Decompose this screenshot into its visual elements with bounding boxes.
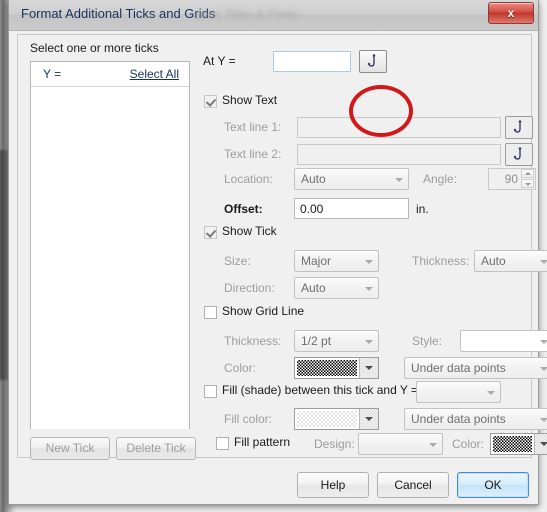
tick-thickness-value: Auto <box>481 254 506 268</box>
location-select[interactable]: Auto <box>294 168 409 190</box>
hook-icon <box>513 147 522 160</box>
help-button[interactable]: Help <box>297 472 369 498</box>
fill-shade-checkbox[interactable] <box>204 385 217 398</box>
show-text-checkbox[interactable] <box>204 95 217 108</box>
fill-shade-label: Fill (shade) between this tick and Y = <box>222 383 418 397</box>
chevron-down-icon[interactable] <box>534 434 547 454</box>
chevron-down-icon <box>365 260 373 264</box>
location-label: Location: <box>224 172 273 186</box>
text-line-2-input[interactable] <box>297 144 501 165</box>
chevron-down-icon <box>365 340 373 344</box>
chevron-down-icon <box>395 178 403 182</box>
grid-layer-value: Under data points <box>411 361 506 375</box>
offset-input[interactable] <box>294 198 409 219</box>
fill-target-select[interactable] <box>416 381 501 403</box>
at-y-label: At Y = <box>203 54 236 68</box>
chevron-down-icon <box>540 340 547 344</box>
text-line-1-label: Text line 1: <box>224 120 282 134</box>
hook-icon <box>367 54 376 67</box>
chevron-down-icon <box>540 260 547 264</box>
fill-pattern-checkbox[interactable] <box>216 437 229 450</box>
window-title: Format Additional Ticks and Grids <box>21 6 216 21</box>
ok-button[interactable]: OK <box>457 472 529 498</box>
stepper-up-icon[interactable] <box>521 169 534 178</box>
at-y-input[interactable] <box>273 51 351 72</box>
grid-color-label: Color: <box>224 361 257 375</box>
show-text-label: Show Text <box>222 93 278 107</box>
close-icon[interactable]: x <box>488 2 534 24</box>
fill-pattern-color-swatch-button[interactable] <box>490 433 547 455</box>
offset-label: Offset: <box>224 202 263 216</box>
show-tick-label: Show Tick <box>222 224 277 238</box>
fill-pattern-color-swatch <box>493 436 532 452</box>
grid-layer-select[interactable]: Under data points <box>404 357 547 379</box>
select-ticks-heading: Select one or more ticks <box>30 41 159 55</box>
show-tick-checkbox[interactable] <box>204 226 217 239</box>
chevron-down-icon <box>540 418 547 422</box>
grid-color-swatch-button[interactable] <box>294 357 379 379</box>
format-ticks-grids-dialog: Format Additional Ticks and Grids axes T… <box>8 0 547 505</box>
offset-units-label: in. <box>416 202 429 216</box>
chevron-down-icon <box>429 443 437 447</box>
chevron-down-icon <box>540 367 547 371</box>
fill-layer-value: Under data points <box>411 412 506 426</box>
fill-pattern-color-label: Color: <box>452 437 485 451</box>
dialog-content-panel: Select one or more ticks Y = Select All … <box>17 34 547 460</box>
text-line-2-picker-button[interactable] <box>505 143 533 166</box>
tick-size-select[interactable]: Major <box>294 250 379 272</box>
grid-thickness-value: 1/2 pt <box>301 334 332 348</box>
text-line-1-input[interactable] <box>297 117 501 138</box>
angle-label: Angle: <box>423 172 458 186</box>
grid-style-label: Style: <box>412 334 443 348</box>
grid-color-swatch <box>297 360 357 376</box>
tick-thickness-select[interactable]: Auto <box>474 250 547 272</box>
select-all-link[interactable]: Select All <box>130 67 179 81</box>
fill-color-swatch <box>297 411 357 427</box>
new-tick-button[interactable]: New Tick <box>30 437 110 460</box>
grid-thickness-label: Thickness: <box>224 334 282 348</box>
text-line-2-label: Text line 2: <box>224 147 282 161</box>
cancel-button[interactable]: Cancel <box>377 472 449 498</box>
tick-thickness-label: Thickness: <box>412 254 470 268</box>
ticks-list-body[interactable] <box>31 87 189 429</box>
show-grid-line-checkbox[interactable] <box>204 306 217 319</box>
fill-design-select[interactable] <box>358 433 443 455</box>
text-line-1-picker-button[interactable] <box>505 116 533 139</box>
chevron-down-icon <box>365 287 373 291</box>
title-bar: Format Additional Ticks and Grids axes T… <box>9 0 538 31</box>
chevron-down-icon[interactable] <box>359 409 378 429</box>
tick-size-label: Size: <box>224 254 251 268</box>
fill-color-label: Fill color: <box>224 412 273 426</box>
show-grid-line-label: Show Grid Line <box>222 304 305 318</box>
tick-direction-value: Auto <box>301 281 326 295</box>
window-title-blurred-suffix: axes Titles & Fonts <box>196 7 298 21</box>
hook-icon <box>513 120 522 133</box>
angle-value: 90 <box>504 172 518 186</box>
chevron-down-icon <box>487 391 495 395</box>
fill-pattern-label: Fill pattern <box>234 435 291 449</box>
fill-color-swatch-button[interactable] <box>294 408 379 430</box>
at-y-picker-button[interactable] <box>359 50 387 73</box>
ticks-listbox[interactable]: Y = Select All <box>30 61 190 429</box>
tick-size-value: Major <box>301 254 332 268</box>
ticks-list-header: Y = Select All <box>31 62 189 87</box>
fill-layer-select[interactable]: Under data points <box>404 408 547 430</box>
angle-stepper[interactable]: 90 <box>488 168 536 190</box>
tick-direction-label: Direction: <box>224 281 275 295</box>
fill-design-label: Design: <box>314 437 355 451</box>
stepper-down-icon[interactable] <box>521 179 534 188</box>
ticks-list-column-y: Y = <box>43 67 62 81</box>
grid-thickness-select[interactable]: 1/2 pt <box>294 330 379 352</box>
delete-tick-button[interactable]: Delete Tick <box>116 437 196 460</box>
tick-direction-select[interactable]: Auto <box>294 277 379 299</box>
grid-style-select[interactable] <box>460 330 547 352</box>
location-value: Auto <box>301 172 326 186</box>
chevron-down-icon[interactable] <box>359 358 378 378</box>
